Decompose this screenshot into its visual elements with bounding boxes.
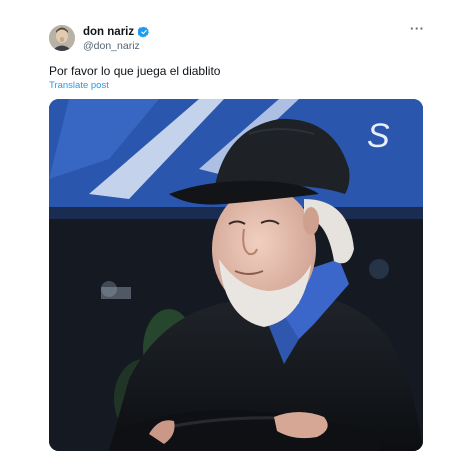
video-frame-icon: S: [49, 99, 423, 451]
display-name[interactable]: don nariz: [83, 25, 134, 39]
author-name-line[interactable]: don nariz: [83, 25, 150, 39]
more-options-icon[interactable]: ···: [410, 22, 426, 36]
avatar[interactable]: [49, 25, 75, 51]
translate-post-link[interactable]: Translate post: [49, 80, 109, 92]
verified-badge-icon: [138, 26, 150, 38]
tweet-card: don nariz @don_nariz ··· Por favor lo qu…: [0, 0, 474, 474]
banner-letter: S: [367, 117, 390, 155]
user-handle[interactable]: @don_nariz: [83, 40, 140, 53]
avatar-photo-icon: [49, 25, 75, 51]
tweet-text: Por favor lo que juega el diablito: [49, 64, 221, 78]
tweet-media-video[interactable]: S: [49, 99, 423, 451]
